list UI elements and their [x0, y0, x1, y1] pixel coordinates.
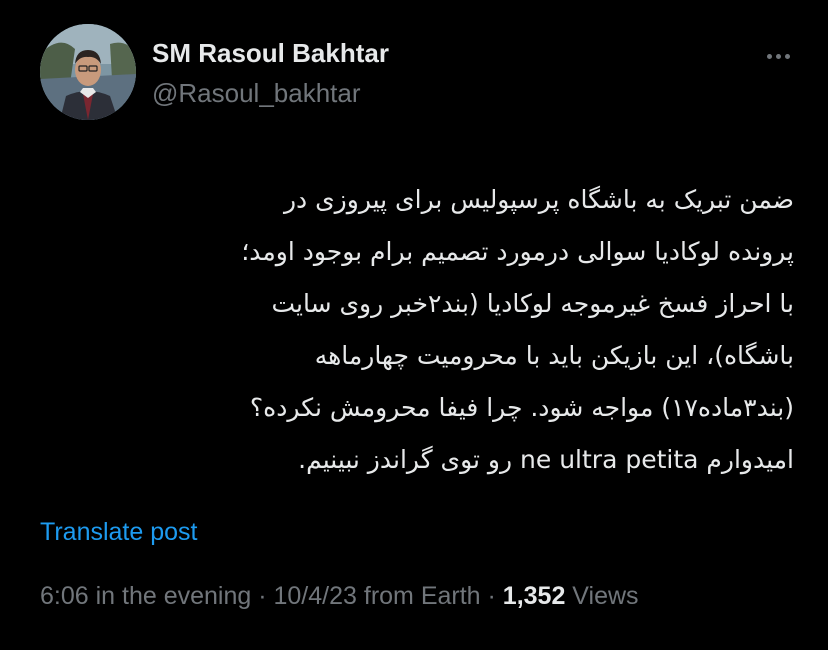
avatar[interactable] [40, 24, 136, 120]
more-dot-icon [775, 53, 781, 59]
more-dot-icon [784, 53, 790, 59]
tweet-text-line: باشگاه)، این بازیکن باید با محرومیت چهار… [314, 341, 794, 370]
author-display-name[interactable]: SM Rasoul Bakhtar [152, 38, 389, 69]
more-options-button[interactable] [758, 44, 798, 68]
tweet-time[interactable]: 6:06 in the evening [40, 582, 251, 610]
meta-separator: · [480, 582, 503, 610]
views-label: Views [565, 582, 639, 610]
tweet-text-line: با احراز فسخ غیرموجه لوکادیا (بند۲خبر رو… [271, 289, 794, 318]
tweet-text-line: پرونده لوکادیا سوالی درمورد تصمیم برام ب… [241, 237, 794, 266]
tweet-text-line: ضمن تبریک به باشگاه پرسپولیس برای پیروزی… [283, 185, 794, 214]
author-handle[interactable]: @Rasoul_bakhtar [152, 78, 361, 109]
translate-post-link[interactable]: Translate post [40, 518, 197, 547]
tweet-header: SM Rasoul Bakhtar @Rasoul_bakhtar [40, 24, 798, 124]
tweet-text: ضمن تبریک به باشگاه پرسپولیس برای پیروزی… [40, 174, 794, 486]
tweet-text-line: (بند۳ماده۱۷) مواجه شود. چرا فیفا محرومش … [249, 393, 794, 422]
tweet-text-line: امیدوارم ne ultra petita رو توی گراندز ن… [298, 445, 794, 474]
views-count: 1,352 [502, 582, 566, 610]
meta-separator: · [251, 582, 274, 610]
more-dot-icon [766, 53, 772, 59]
tweet-source: from Earth [356, 582, 481, 610]
tweet-meta: 6:06 in the evening · 10/4/23 from Earth… [40, 582, 639, 611]
profile-photo-icon [40, 24, 136, 120]
tweet-date[interactable]: 10/4/23 [274, 582, 357, 610]
